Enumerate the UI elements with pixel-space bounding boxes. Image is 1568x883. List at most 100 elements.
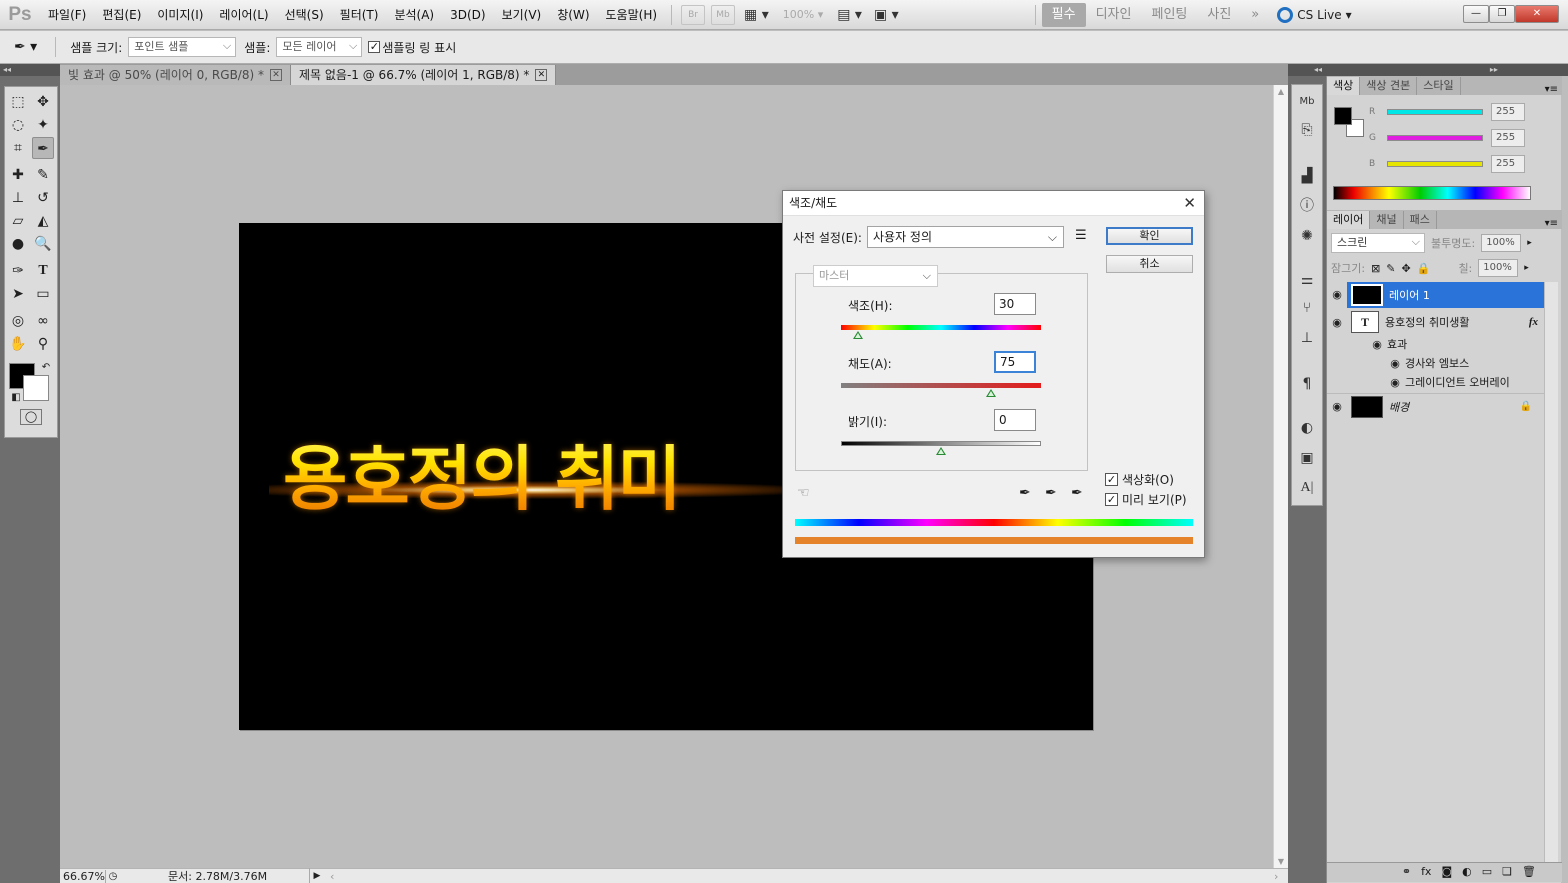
minimize-button[interactable]: — — [1463, 5, 1489, 23]
new-layer-icon[interactable]: ❏ — [1502, 863, 1512, 882]
fill-arrow-icon[interactable]: ▸ — [1524, 263, 1529, 273]
workspace-photography[interactable]: 사진 — [1197, 3, 1241, 27]
blue-slider[interactable]: B 255 — [1369, 153, 1525, 175]
colorize-checkbox[interactable]: ✓ — [1105, 473, 1118, 486]
tab-layers[interactable]: 레이어 — [1327, 211, 1371, 229]
layer-row-text[interactable]: ◉ T 용호정의 취미생활 fx — [1327, 309, 1544, 335]
blue-slider-track[interactable] — [1387, 161, 1483, 167]
preset-options-icon[interactable]: ☰ — [1075, 228, 1087, 243]
blend-mode-select[interactable]: 스크린 — [1331, 233, 1425, 253]
lock-image-icon[interactable]: ✎ — [1386, 262, 1395, 275]
layer-row-background[interactable]: ◉ 배경 🔒 — [1327, 393, 1544, 419]
opacity-value[interactable]: 100% — [1481, 234, 1522, 252]
menu-help[interactable]: 도움말(H) — [598, 0, 666, 30]
layer-row-layer1[interactable]: ◉ 레이어 1 — [1327, 282, 1544, 308]
workspace-painting[interactable]: 페인팅 — [1141, 3, 1197, 27]
lasso-tool-icon[interactable]: ◌ — [7, 114, 29, 136]
link-layers-icon[interactable]: ⚭ — [1402, 863, 1411, 882]
effect-row-bevel[interactable]: ◉ 경사와 엠보스 — [1327, 353, 1544, 373]
add-mask-icon[interactable]: ◙ — [1441, 863, 1452, 882]
layer-effects-row[interactable]: ◉ 효과 — [1327, 334, 1544, 354]
visibility-eye-icon[interactable]: ◉ — [1385, 357, 1405, 370]
toolbar-collapse-handle[interactable]: ◂◂ — [0, 64, 60, 76]
cancel-button[interactable]: 취소 — [1106, 255, 1193, 273]
bridge-button[interactable]: Br — [681, 4, 706, 25]
show-sampling-ring-checkbox[interactable]: ✓ — [368, 41, 381, 53]
blur-tool-icon[interactable]: ● — [7, 233, 29, 255]
history-brush-tool-icon[interactable]: ↺ — [32, 187, 54, 209]
saturation-slider-thumb[interactable] — [986, 389, 996, 397]
dialog-close-icon[interactable]: ✕ — [1183, 191, 1196, 215]
fill-value[interactable]: 100% — [1478, 259, 1519, 277]
status-zoom[interactable]: 66.67% — [60, 869, 106, 883]
workspace-design[interactable]: 디자인 — [1086, 3, 1142, 27]
panel-menu-icon[interactable]: ▾≡ — [1437, 218, 1562, 229]
menu-file[interactable]: 파일(F) — [40, 0, 94, 30]
panel-menu-icon[interactable]: ▾≡ — [1461, 84, 1562, 95]
new-group-icon[interactable]: ▭ — [1482, 863, 1492, 882]
character-icon[interactable]: A| — [1292, 477, 1322, 499]
hue-slider-thumb[interactable] — [853, 331, 863, 339]
delete-layer-icon[interactable]: 🗑 — [1522, 863, 1536, 882]
lightness-input[interactable]: 0 — [994, 409, 1036, 431]
colorize-option[interactable]: ✓ 색상화(O) — [1105, 471, 1174, 488]
eyedropper-preset-icon[interactable]: ✒ ▾ — [14, 39, 37, 55]
visibility-eye-icon[interactable]: ◉ — [1367, 338, 1387, 351]
preview-checkbox[interactable]: ✓ — [1105, 493, 1118, 506]
mini-bridge-button[interactable]: Mb — [711, 4, 736, 25]
scroll-right-icon[interactable]: › — [1274, 870, 1288, 883]
histogram-icon[interactable]: ▟ — [1292, 165, 1322, 187]
brush-tool-icon[interactable]: ✎ — [32, 164, 54, 186]
arrange-documents-icon[interactable]: ▤ ▾ — [837, 7, 862, 23]
lock-transparent-icon[interactable]: ⊠ — [1371, 262, 1380, 275]
tab-swatches[interactable]: 색상 견본 — [1360, 77, 1418, 95]
document-tab-untitled[interactable]: 제목 없음-1 @ 66.7% (레이어 1, RGB/8) * ✕ — [290, 65, 557, 85]
menu-3d[interactable]: 3D(D) — [442, 0, 493, 30]
workspace-more-button[interactable]: » — [1241, 3, 1269, 27]
dialog-title-bar[interactable]: 색조/채도 ✕ — [783, 191, 1204, 216]
tab-channels[interactable]: 채널 — [1370, 211, 1404, 229]
crop-tool-icon[interactable]: ⌗ — [7, 137, 29, 159]
close-tab-icon[interactable]: ✕ — [269, 69, 282, 81]
path-selection-tool-icon[interactable]: ➤ — [7, 283, 29, 305]
horizontal-scrollbar[interactable]: ‹ — [324, 870, 1274, 883]
tab-color[interactable]: 색상 — [1327, 77, 1361, 95]
quick-mask-icon[interactable]: ◯ — [20, 409, 42, 425]
lightness-slider-track[interactable] — [841, 441, 1041, 446]
tab-styles[interactable]: 스타일 — [1417, 77, 1461, 95]
shape-tool-icon[interactable]: ▭ — [32, 283, 54, 305]
red-slider[interactable]: R 255 — [1369, 101, 1525, 123]
screen-mode-icon[interactable]: ▣ ▾ — [874, 7, 899, 23]
adjustments-icon[interactable]: ⚌ — [1292, 269, 1322, 291]
hand-tool-icon[interactable]: ✋ — [7, 333, 29, 355]
effect-row-gradient-overlay[interactable]: ◉ 그레이디언트 오버레이 — [1327, 372, 1544, 392]
menu-layer[interactable]: 레이어(L) — [211, 0, 276, 30]
panel-dock-header[interactable]: ◂◂ ▸▸ — [1288, 64, 1568, 76]
3d-rotate-tool-icon[interactable]: ◎ — [7, 310, 29, 332]
eyedropper-tool-icon[interactable]: ✒ — [32, 137, 54, 159]
eyedropper-plus-icon[interactable]: ✒ — [1045, 485, 1057, 501]
sample-size-select[interactable]: 포인트 샘플 — [128, 37, 237, 57]
status-menu-arrow-icon[interactable]: ▶ — [310, 871, 324, 881]
lock-position-icon[interactable]: ✥ — [1402, 262, 1411, 275]
vertical-scrollbar[interactable]: ▲ ▼ — [1273, 85, 1288, 868]
clone-stamp-tool-icon[interactable]: ⊥ — [7, 187, 29, 209]
scroll-down-icon[interactable]: ▼ — [1274, 857, 1288, 866]
hue-input[interactable]: 30 — [994, 293, 1036, 315]
close-button[interactable]: ✕ — [1515, 5, 1559, 23]
color-panel-foreground-swatch[interactable] — [1334, 107, 1352, 125]
saturation-slider-track[interactable] — [841, 383, 1041, 388]
workspace-essentials[interactable]: 필수 — [1041, 2, 1086, 27]
saturation-input[interactable]: 75 — [994, 351, 1036, 373]
document-tab-light-effect[interactable]: 빛 효과 @ 50% (레이어 0, RGB/8) * ✕ — [60, 65, 291, 85]
visibility-eye-icon[interactable]: ◉ — [1327, 282, 1347, 308]
zoom-level-select[interactable]: 100% ▾ — [783, 8, 823, 21]
new-adjustment-icon[interactable]: ◐ — [1462, 863, 1472, 882]
eyedropper-icon[interactable]: ✒ — [1019, 485, 1031, 501]
healing-brush-tool-icon[interactable]: ✚ — [7, 164, 29, 186]
paragraph-icon[interactable]: ¶ — [1292, 373, 1322, 395]
layers-scrollbar[interactable] — [1544, 282, 1558, 862]
3d-icon[interactable]: ▣ — [1292, 447, 1322, 469]
scroll-up-icon[interactable]: ▲ — [1274, 87, 1288, 96]
red-slider-track[interactable] — [1387, 109, 1483, 115]
